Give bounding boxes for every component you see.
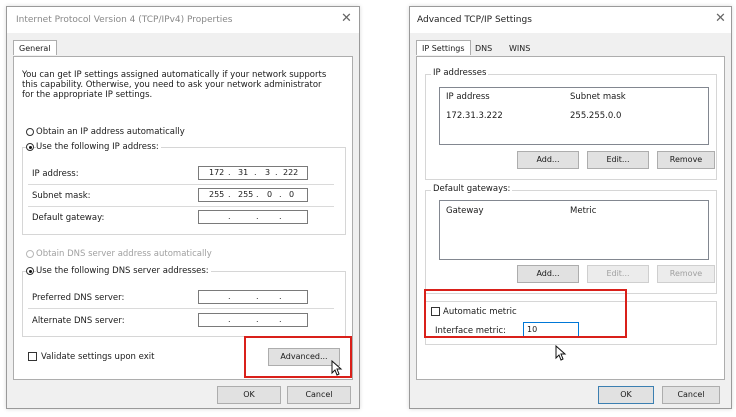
ok-button[interactable]: OK [217,386,281,404]
col-subnet-header: Subnet mask [570,92,626,102]
cancel-button[interactable]: Cancel [287,386,351,404]
add-gateway-button[interactable]: Add... [517,265,579,283]
tab-wins[interactable]: WINS [509,44,530,53]
use-dns-radio[interactable] [26,267,34,275]
use-ip-label[interactable]: Use the following IP address: [36,142,161,152]
subnet-mask-label: Subnet mask: [32,191,91,201]
close-icon[interactable]: ✕ [715,11,726,27]
description-line-1: You can get IP settings assigned automat… [22,70,327,80]
obtain-ip-label[interactable]: Obtain an IP address automatically [36,127,185,137]
ip-address-list[interactable]: IP address Subnet mask 172.31.3.222 255.… [439,87,709,145]
gateways-group-label: Default gateways: [431,184,513,194]
general-panel: You can get IP settings assigned automat… [13,56,353,380]
default-gateway-label: Default gateway: [32,213,105,223]
col-ip-header: IP address [446,92,490,102]
validate-label[interactable]: Validate settings upon exit [41,352,154,362]
validate-checkbox[interactable] [28,352,37,361]
obtain-dns-label[interactable]: Obtain DNS server address automatically [36,249,212,259]
mouse-cursor-icon [555,345,567,361]
ip-addresses-group-label: IP addresses [431,68,489,78]
advanced-dialog-title: Advanced TCP/IP Settings [417,15,532,25]
ipv4-dialog-title: Internet Protocol Version 4 (TCP/IPv4) P… [16,15,233,25]
obtain-dns-radio[interactable] [26,250,34,258]
remove-ip-button[interactable]: Remove [657,151,715,169]
tab-ip-settings[interactable]: IP Settings [416,40,471,55]
add-ip-button[interactable]: Add... [517,151,579,169]
use-ip-radio[interactable] [26,143,34,151]
advanced-tcpip-dialog: Advanced TCP/IP Settings ✕ IP Settings D… [409,6,732,409]
metric-highlight-box [424,289,627,338]
ipv4-titlebar: Internet Protocol Version 4 (TCP/IPv4) P… [7,7,359,33]
cancel-button[interactable]: Cancel [662,386,720,404]
preferred-dns-label: Preferred DNS server: [32,293,125,303]
dns-groupbox [22,271,346,337]
alternate-dns-field[interactable]: . . . [198,313,308,327]
ipv4-properties-dialog: Internet Protocol Version 4 (TCP/IPv4) P… [6,6,360,409]
tab-dns[interactable]: DNS [475,44,492,53]
row-subnet-cell[interactable]: 255.255.0.0 [570,111,621,121]
default-gateway-field[interactable]: . . . [198,210,308,224]
alternate-dns-label: Alternate DNS server: [32,316,125,326]
edit-gateway-button[interactable]: Edit... [587,265,649,283]
col-metric-header: Metric [570,206,597,216]
mouse-cursor-icon [331,360,343,376]
gateway-list[interactable]: Gateway Metric [439,200,709,260]
ip-address-label: IP address: [32,169,79,179]
close-icon[interactable]: ✕ [341,11,352,27]
subnet-mask-field[interactable]: 255 . 255 . 0 . 0 [198,188,308,202]
obtain-ip-radio[interactable] [26,128,34,136]
col-gateway-header: Gateway [446,206,484,216]
description-line-2: this capability. Otherwise, you need to … [22,80,322,90]
advanced-titlebar: Advanced TCP/IP Settings ✕ [410,7,731,33]
tab-general[interactable]: General [13,40,57,55]
use-dns-label[interactable]: Use the following DNS server addresses: [36,266,211,276]
row-ip-cell[interactable]: 172.31.3.222 [446,111,503,121]
preferred-dns-field[interactable]: . . . [198,290,308,304]
remove-gateway-button[interactable]: Remove [657,265,715,283]
ip-address-field[interactable]: 172 . 31 . 3 . 222 [198,166,308,180]
description-line-3: for the appropriate IP settings. [22,90,153,100]
ok-button[interactable]: OK [598,386,654,404]
edit-ip-button[interactable]: Edit... [587,151,649,169]
